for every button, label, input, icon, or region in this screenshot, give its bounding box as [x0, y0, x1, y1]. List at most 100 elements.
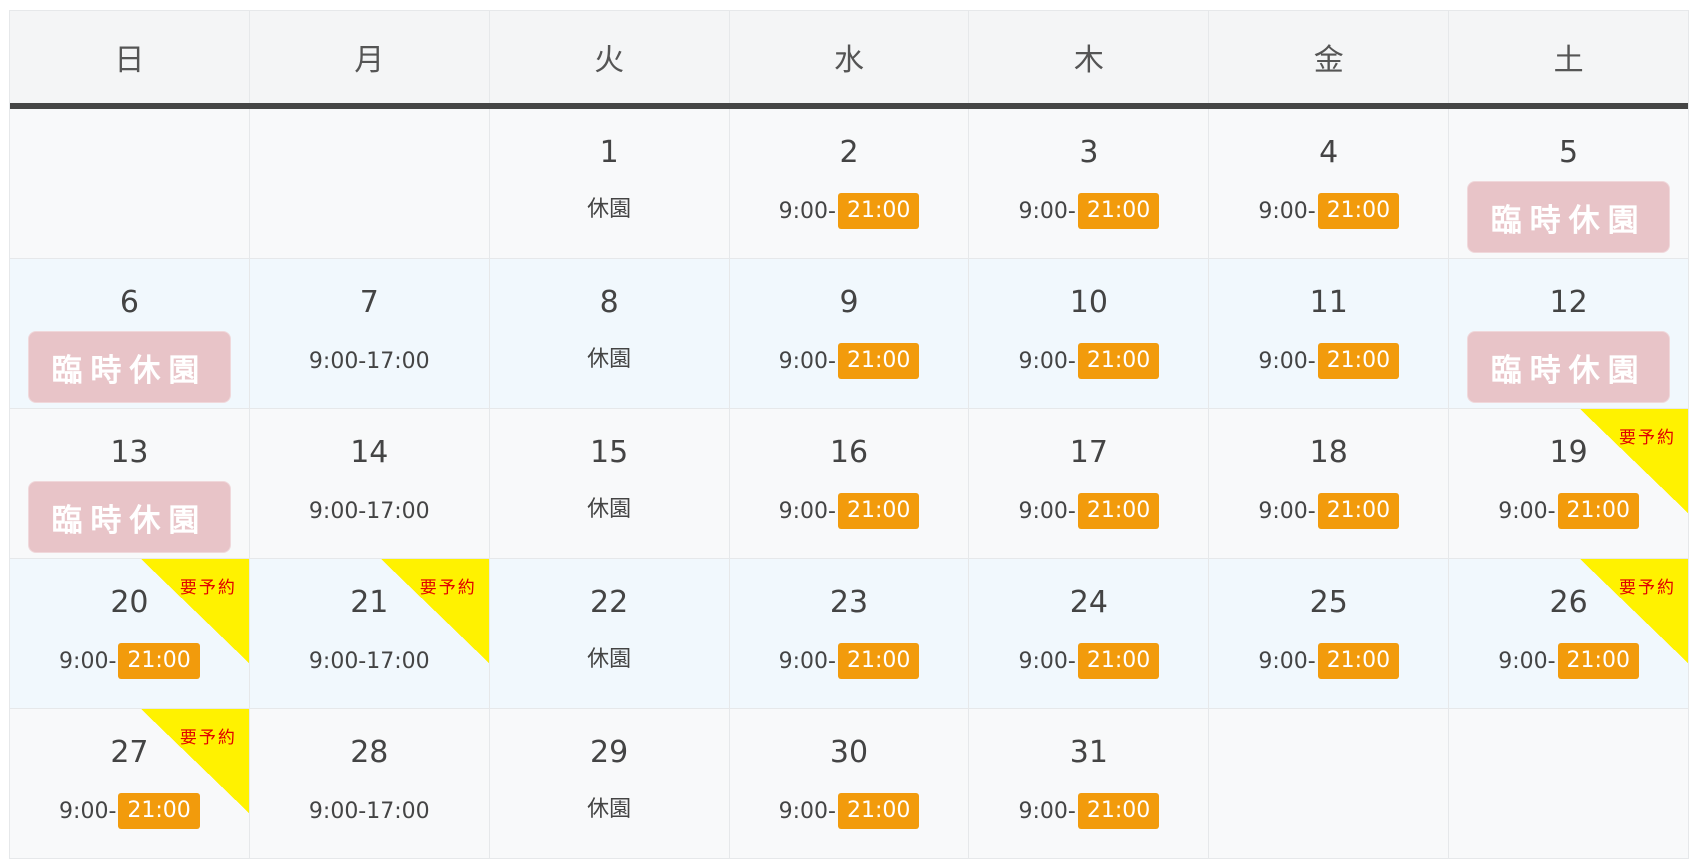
opening-hours: 9:00- 21:00	[1449, 493, 1688, 529]
closing-time-badge: 21:00	[1077, 793, 1160, 829]
day-cell: 8 休園	[490, 259, 730, 408]
day-cell: 14 9:00-17:00	[250, 409, 490, 558]
opening-hours: 9:00- 21:00	[969, 193, 1208, 229]
day-number: 28	[350, 735, 389, 770]
short-hours: 9:00-17:00	[308, 498, 430, 524]
day-number: 23	[829, 585, 869, 620]
opening-hours: 9:00- 21:00	[730, 643, 969, 679]
calendar-week: 6 臨時休園 7 9:00-17:00 8 休園 9 9:00- 21:00 10 9:00- 21:…	[10, 258, 1688, 408]
temporary-closed-badge: 臨時休園	[28, 481, 231, 553]
temporary-closed-badge: 臨時休園	[1467, 331, 1671, 403]
opening-hours: 9:00-17:00	[250, 793, 489, 829]
closing-time-badge: 21:00	[1317, 193, 1400, 229]
closing-time-badge: 21:00	[1077, 193, 1160, 229]
weekday-tue: 火	[490, 11, 730, 103]
opening-time: 9:00-	[778, 648, 836, 674]
opening-hours: 9:00- 21:00	[1449, 643, 1688, 679]
opening-hours: 9:00- 21:00	[1209, 493, 1448, 529]
opening-hours: 9:00- 21:00	[969, 793, 1208, 829]
day-cell: 要予約 20 9:00- 21:00	[10, 559, 250, 708]
closing-time-badge: 21:00	[1317, 643, 1400, 679]
closing-time-badge: 21:00	[1557, 643, 1639, 679]
day-cell: 22 休園	[490, 559, 730, 708]
opening-hours: 9:00- 21:00	[1209, 193, 1448, 229]
closing-time-badge: 21:00	[118, 643, 200, 679]
opening-hours: 9:00- 21:00	[1209, 643, 1448, 679]
day-cell: 30 9:00- 21:00	[730, 709, 970, 858]
day-number: 5	[1559, 135, 1579, 170]
day-cell: 24 9:00- 21:00	[969, 559, 1210, 708]
closed-label: 休園	[587, 197, 632, 222]
day-number: 3	[1079, 135, 1099, 170]
day-number: 15	[590, 435, 629, 470]
calendar-week: 要予約 27 9:00- 21:00 28 9:00-17:00 29 休園 30 9:00- 21…	[10, 708, 1688, 858]
day-number: 7	[359, 285, 379, 320]
closed-label: 休園	[587, 797, 632, 822]
opening-time: 9:00-	[778, 198, 836, 224]
day-cell: 4 9:00- 21:00	[1209, 109, 1450, 258]
day-cell: 2 9:00- 21:00	[730, 109, 970, 258]
calendar-week: 要予約 20 9:00- 21:00 要予約 21 9:00-17:00 22 休園 23 9:00…	[10, 558, 1689, 708]
opening-time: 9:00-	[59, 798, 117, 824]
day-cell: 17 9:00- 21:00	[969, 409, 1210, 558]
day-number: 8	[599, 285, 619, 320]
day-cell: 9 9:00- 21:00	[730, 259, 970, 408]
opening-time: 9:00-	[778, 348, 836, 374]
day-number: 11	[1309, 285, 1348, 320]
day-number: 25	[1309, 585, 1348, 620]
day-cell: 13 臨時休園	[10, 409, 250, 558]
weekday-sat: 土	[1553, 43, 1584, 78]
closing-time-badge: 21:00	[1557, 493, 1639, 529]
empty-day-cell	[10, 109, 250, 258]
calendar-grid: 1 休園 2 9:00- 21:00 3 9:00- 21:00 4 9:00- 21:00 5 臨時休…	[10, 109, 1689, 858]
opening-hours: 9:00-17:00	[250, 493, 489, 529]
temporary-closed-badge: 臨時休園	[28, 331, 231, 403]
day-cell: 25 9:00- 21:00	[1209, 559, 1450, 708]
opening-time: 9:00-	[1018, 198, 1076, 224]
weekday-mon: 月	[250, 11, 490, 103]
calendar-week: 1 休園 2 9:00- 21:00 3 9:00- 21:00 4 9:00- 21:00 5 臨時休…	[10, 109, 1688, 258]
day-cell: 7 9:00-17:00	[250, 259, 490, 408]
day-number: 30	[829, 735, 869, 770]
day-cell: 28 9:00-17:00	[250, 709, 490, 858]
day-number: 13	[110, 435, 149, 470]
day-cell: 31 9:00- 21:00	[969, 709, 1210, 858]
opening-time: 9:00-	[1498, 498, 1556, 524]
opening-time: 9:00-	[1258, 498, 1316, 524]
temporary-closed-badge: 臨時休園	[1467, 181, 1671, 253]
opening-time: 9:00-	[1498, 648, 1556, 674]
opening-time: 9:00-	[1018, 648, 1076, 674]
closing-time-badge: 21:00	[1317, 493, 1400, 529]
weekday-sun: 日	[10, 11, 250, 103]
opening-time: 9:00-	[1258, 348, 1316, 374]
day-number: 1	[599, 135, 619, 170]
opening-hours: 9:00- 21:00	[10, 643, 249, 679]
day-number: 10	[1069, 285, 1108, 320]
opening-hours: 9:00- 21:00	[730, 193, 969, 229]
opening-time: 9:00-	[1258, 648, 1316, 674]
day-number: 4	[1319, 135, 1339, 170]
opening-time: 9:00-	[778, 498, 836, 524]
day-number: 14	[350, 435, 389, 470]
closing-time-badge: 21:00	[837, 493, 920, 529]
day-cell: 5 臨時休園	[1449, 109, 1688, 258]
opening-hours: 9:00- 21:00	[730, 343, 969, 379]
day-cell: 15 休園	[490, 409, 730, 558]
day-cell: 16 9:00- 21:00	[730, 409, 970, 558]
closing-time-badge: 21:00	[1077, 643, 1160, 679]
opening-hours: 9:00- 21:00	[10, 793, 249, 829]
opening-time: 9:00-	[1258, 198, 1316, 224]
empty-day-cell	[250, 109, 490, 258]
opening-hours: 9:00- 21:00	[730, 493, 969, 529]
opening-hours: 9:00- 21:00	[969, 343, 1208, 379]
closing-time-badge: 21:00	[837, 193, 920, 229]
day-number: 31	[1069, 735, 1108, 770]
day-cell: 要予約 21 9:00-17:00	[250, 559, 490, 708]
opening-hours: 9:00-17:00	[250, 643, 489, 679]
day-cell: 3 9:00- 21:00	[969, 109, 1210, 258]
day-cell: 12 臨時休園	[1449, 259, 1688, 408]
short-hours: 9:00-17:00	[308, 798, 430, 824]
weekday-fri: 金	[1209, 11, 1450, 103]
day-number: 18	[1309, 435, 1348, 470]
short-hours: 9:00-17:00	[308, 648, 430, 674]
